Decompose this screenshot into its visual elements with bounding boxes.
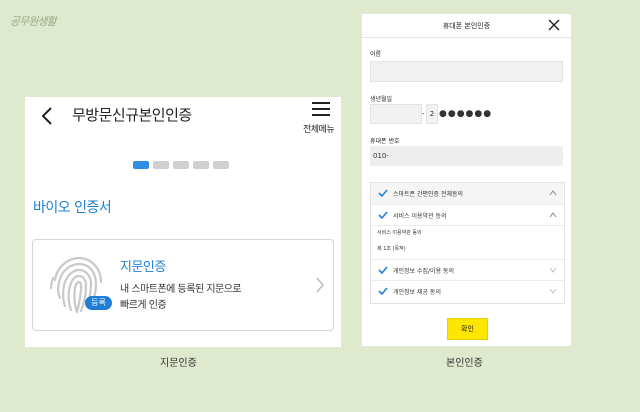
carousel-dot-active[interactable] [133, 161, 149, 169]
menu-label[interactable]: 전체메뉴 [303, 122, 335, 135]
checkbox-checked-icon[interactable] [378, 188, 388, 198]
phone-prefix: 010- [373, 152, 389, 160]
checkbox-checked-icon[interactable] [378, 210, 388, 220]
card-description-line2: 빠르게 인증 [120, 300, 167, 311]
registered-badge: 등록 [85, 296, 112, 310]
header-divider [362, 37, 571, 38]
agree-item-row[interactable]: 서비스 이용약관 동의 [371, 205, 564, 226]
section-title: 바이오 인증서 [33, 200, 112, 216]
carousel-indicator [133, 161, 229, 169]
birthdate-field[interactable] [370, 104, 422, 124]
name-field[interactable] [370, 61, 563, 82]
agree-item-label: 개인정보 수집/이용 동의 [393, 268, 455, 275]
dialog-title: 휴대폰 본인인증 [442, 22, 491, 30]
terms-article: 제 1조 (목적) [377, 246, 406, 252]
caption-phone-verification: 본인인증 [446, 358, 483, 369]
agree-all-row[interactable]: 스마트폰 간편인증 전체동의 [371, 183, 564, 205]
agree-all-label: 스마트폰 간편인증 전체동의 [393, 191, 464, 198]
birthdate-dash: - [422, 110, 425, 118]
fingerprint-auth-card[interactable]: 등록 지문인증 내 스마트폰에 등록된 지문으로 빠르게 인증 [32, 239, 334, 331]
chevron-up-icon[interactable] [549, 212, 557, 218]
agreement-box: 스마트폰 간편인증 전체동의 서비스 이용약관 동의 서비스 이용약관 동의 제… [370, 182, 565, 304]
confirm-button[interactable]: 확인 [447, 318, 488, 340]
card-title: 지문인증 [120, 260, 166, 275]
carousel-dot[interactable] [213, 161, 229, 169]
agree-item-label: 개인정보 제공 동의 [393, 289, 441, 296]
birthdate-label: 생년월일 [370, 96, 393, 103]
card-description-line1: 내 스마트폰에 등록된 지문으로 [120, 284, 242, 295]
watermark-logo: 공무원생활 [10, 10, 80, 32]
chevron-down-icon[interactable] [549, 288, 557, 294]
agree-item-row[interactable]: 개인정보 제공 동의 [371, 281, 564, 301]
page-title: 무방문신규본인인증 [72, 106, 192, 124]
agree-item-row[interactable]: 개인정보 수집/이용 동의 [371, 260, 564, 281]
name-label: 이름 [370, 51, 382, 58]
phone-number-field[interactable]: 010- [370, 146, 563, 166]
gender-digit-field[interactable]: 2 [426, 104, 438, 124]
agree-item-label: 서비스 이용약관 동의 [393, 213, 447, 220]
checkbox-checked-icon[interactable] [378, 265, 388, 275]
carousel-dot[interactable] [173, 161, 189, 169]
hamburger-menu-icon[interactable] [310, 101, 332, 117]
back-arrow-icon[interactable] [39, 105, 57, 127]
chevron-up-icon[interactable] [549, 190, 557, 196]
carousel-dot[interactable] [193, 161, 209, 169]
checkbox-checked-icon[interactable] [378, 286, 388, 296]
caption-fingerprint: 지문인증 [160, 358, 197, 369]
chevron-down-icon[interactable] [549, 267, 557, 273]
phone-verification-screen: 휴대폰 본인인증 이름 생년월일 - 2 ●●●●●● 휴대폰 번호 010- … [362, 14, 571, 346]
chevron-right-icon [316, 277, 324, 293]
phone-label: 휴대폰 번호 [370, 138, 400, 145]
close-icon[interactable] [548, 19, 560, 31]
fingerprint-auth-screen: 무방문신규본인인증 전체메뉴 바이오 인증서 등록 지문인증 내 스마트폰에 등… [25, 97, 341, 347]
logo-text: 공무원생활 [10, 15, 57, 28]
terms-content[interactable]: 서비스 이용약관 동의 제 1조 (목적) [371, 225, 564, 260]
terms-title: 서비스 이용약관 동의 [377, 230, 422, 236]
masked-digits: ●●●●●● [439, 109, 493, 119]
carousel-dot[interactable] [153, 161, 169, 169]
